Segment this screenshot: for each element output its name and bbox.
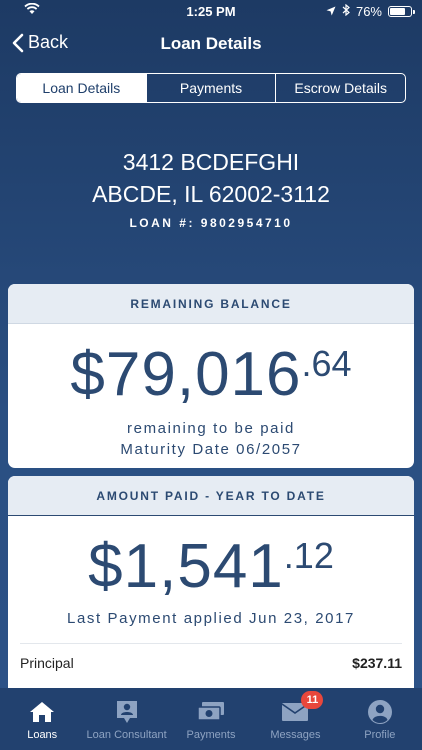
page-title: Loan Details [160,34,262,53]
tab-messages[interactable]: Messages 11 [253,688,337,750]
remaining-label: remaining to be paid [127,420,295,437]
payments-icon [196,698,226,726]
loan-number: LOAN #: 9802954710 [129,216,293,230]
tab-loans[interactable]: Loans [0,688,84,750]
remaining-balance-amount: $79,016.64 [8,344,414,406]
bluetooth-icon [342,3,350,19]
consultant-icon [115,698,139,726]
battery-icon [388,6,415,17]
tab-payments[interactable]: Payments [147,74,277,102]
amount-paid-amount: $1,541.12 [8,536,414,598]
tab-loan-details[interactable]: Loan Details [17,74,147,102]
messages-badge: 11 [301,691,324,709]
profile-icon [367,698,393,726]
maturity-date: Maturity Date 06/2057 [120,441,302,458]
tab-escrow-details[interactable]: Escrow Details [276,74,405,102]
property-address: 3412 BCDEFGHI ABCDE, IL 62002-3112 LOAN … [0,146,422,230]
tab-label: Loans [27,729,58,741]
amount-paid-header: AMOUNT PAID - YEAR TO DATE [8,476,414,516]
row-value: $237.11 [352,654,402,671]
home-icon [29,698,55,726]
last-payment: Last Payment applied Jun 23, 2017 [67,610,355,627]
nav-bar: Back Loan Details [0,22,422,66]
amount-cents: .64 [301,343,352,384]
amount-whole: $79,016 [70,340,302,409]
remaining-balance-header: REMAINING BALANCE [8,284,414,324]
row-label: Principal [20,654,74,671]
amount-cents: .12 [283,535,334,576]
tab-payments-nav[interactable]: Payments [169,688,253,750]
tab-label: Messages [270,729,321,741]
battery-percent: 76% [355,4,382,19]
tab-bar: Loans Loan Consultant Payments Messages … [0,688,422,750]
principal-row: Principal $237.11 [20,643,402,681]
amount-paid-card: AMOUNT PAID - YEAR TO DATE $1,541.12 Las… [8,476,414,706]
tab-label: Loan Consultant [86,729,167,741]
street-address: 3412 BCDEFGHI [122,149,300,175]
segmented-control: Loan Details Payments Escrow Details [16,73,406,103]
remaining-balance-card: REMAINING BALANCE $79,016.64 remaining t… [8,284,414,468]
tab-label: Profile [364,729,396,741]
status-bar: 1:25 PM 76% [0,0,422,22]
city-state-zip: ABCDE, IL 62002-3112 [92,181,330,207]
amount-whole: $1,541 [88,532,284,601]
tab-profile[interactable]: Profile [338,688,422,750]
tab-loan-consultant[interactable]: Loan Consultant [84,688,168,750]
location-icon [326,4,336,19]
tab-label: Payments [186,729,236,741]
